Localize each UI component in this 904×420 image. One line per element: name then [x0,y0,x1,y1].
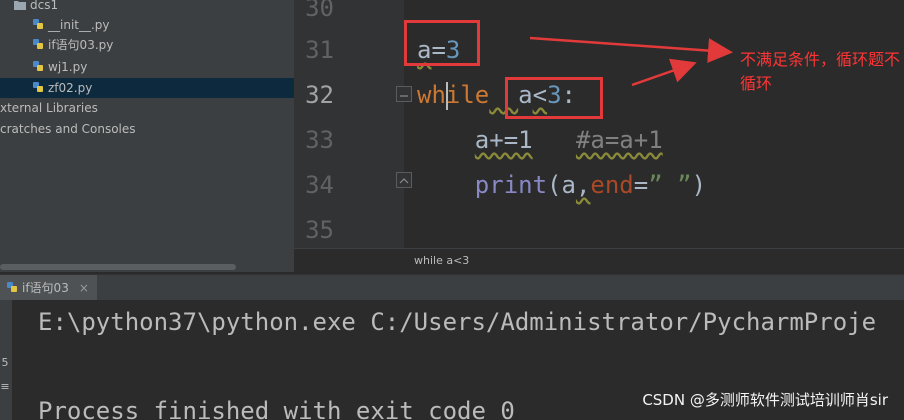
console-line: E:\python37\python.exe C:/Users/Administ… [38,308,877,336]
watermark: CSDN @多测师软件测试培训师肖sir [642,391,888,409]
run-side-toolbar: 5 ≡ [0,300,12,420]
console-line: Process finished with exit code 0 [38,397,515,420]
run-tab[interactable]: if语句03 × [0,275,97,301]
code-token: #a=a+1 [575,126,663,154]
folder-icon [14,0,26,16]
code-token: a+=1 [474,126,533,154]
tree-item-wj1-py[interactable]: wj1.py [32,57,87,77]
rerun-icon[interactable]: 5 [0,356,10,369]
line-number: 33 [305,126,334,154]
code-line-33[interactable]: a+=1 #a=a+1 [417,126,663,154]
tree-item-scratches[interactable]: cratches and Consoles [0,119,136,139]
tree-item-if-py[interactable]: if语句03.py [32,35,113,55]
code-token: (a [547,171,576,199]
python-file-icon [32,79,44,99]
line-number: 31 [305,36,334,64]
annotation-text: 不满足条件，循环题不循环 [740,50,901,93]
soft-wrap-icon[interactable]: ≡ [0,380,10,393]
tree-item-label: __init__.py [48,18,110,32]
breadcrumb[interactable]: while a<3 [414,254,469,267]
code-token: print [474,171,548,199]
tree-item-init-py[interactable]: __init__.py [32,15,110,35]
line-number-current: 32 [305,81,334,109]
python-run-icon [6,276,18,302]
run-tab-label: if语句03 [22,281,69,295]
arrow-icon [631,58,697,87]
text-caret [446,82,448,110]
python-file-icon [32,58,44,78]
close-icon[interactable]: × [79,281,89,295]
project-tree-panel: dcs1 __init__.py if语句03.py wj1.py zf02.p… [0,0,294,262]
code-token: while [417,81,490,109]
editor-gutter: 30 31 32 33 34 35 [294,0,412,248]
python-file-icon [32,36,44,56]
annotation-arrows [529,36,733,87]
run-tab-bar: if语句03 × [0,274,904,301]
tree-item-label: dcs1 [30,0,59,12]
fold-end-icon[interactable] [396,172,412,188]
code-token: ” ” [648,171,692,199]
code-line-34[interactable]: print(a,end=” ”) [417,171,706,199]
scrollbar-thumb[interactable] [0,264,236,270]
code-token: ) [691,171,707,199]
code-token: = [633,171,649,199]
fold-collapse-icon[interactable] [396,86,412,102]
arrow-icon [529,36,733,64]
tree-item-label: wj1.py [48,60,88,74]
project-horizontal-scrollbar[interactable] [0,262,294,272]
code-token: end [590,171,634,199]
tree-item-label: zf02.py [48,81,93,95]
tree-item-label: if语句03.py [48,38,114,52]
code-token: , [575,171,591,199]
line-number: 34 [305,171,334,199]
tree-item-label: xternal Libraries [0,101,98,115]
annotation-box-assignment [404,20,480,66]
python-file-icon [32,16,44,36]
tree-item-dcs1[interactable]: dcs1 [14,0,58,15]
editor-breadcrumb-bar: while a<3 [294,248,904,274]
line-number: 30 [305,0,334,22]
line-number: 35 [305,216,334,244]
tree-item-external-libraries[interactable]: xternal Libraries [0,98,98,118]
tree-item-zf02-py[interactable]: zf02.py [0,78,294,98]
tree-item-label: cratches and Consoles [0,122,136,136]
